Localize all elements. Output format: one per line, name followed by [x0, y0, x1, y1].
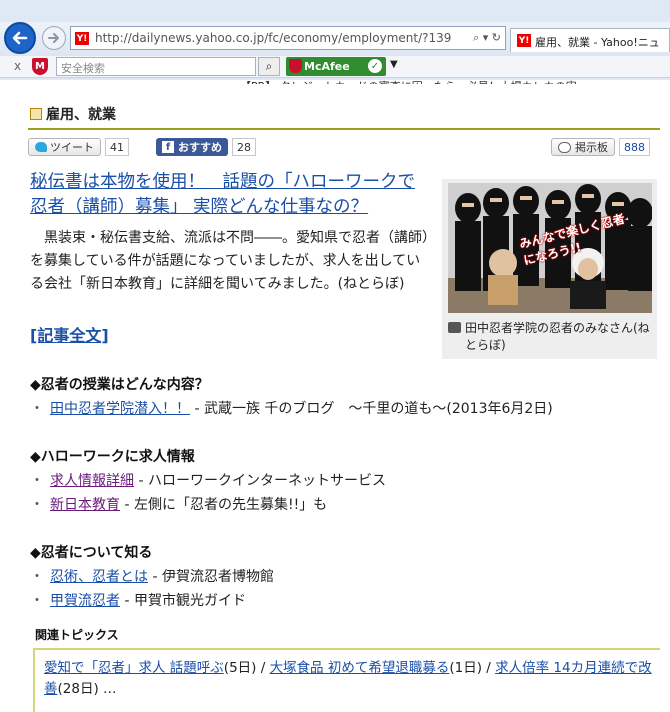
topic-date: (1日) / — [449, 660, 496, 676]
mcafee-logo-icon — [289, 59, 302, 73]
topic-link[interactable]: 愛知で「忍者」求人 話題呼ぶ — [44, 660, 224, 676]
browser-tab[interactable]: Y! 雇用、就業 - Yahoo!ニュ — [510, 28, 670, 52]
related-link[interactable]: 新日本教育 — [50, 497, 120, 513]
facebook-label: おすすめ — [178, 141, 222, 154]
pr-banner-peek[interactable]: 【PR】 クレジットカードの審査に困ったら、必見！大場カレカの実 — [240, 78, 577, 84]
topics-divider — [33, 648, 660, 650]
address-bar-icons[interactable]: ⌕ ▾ ↻ — [473, 31, 501, 45]
tweet-button[interactable]: ツイート — [28, 138, 101, 156]
mcafee-shield-icon[interactable]: M — [32, 58, 48, 75]
list-item: ・忍術、忍者とは - 伊賀流忍者博物館 — [30, 566, 274, 586]
topic-link[interactable]: 大塚食品 初めて希望退職募る — [270, 660, 450, 676]
bullet: ・ — [30, 401, 44, 417]
facebook-count: 28 — [232, 138, 256, 156]
yahoo-favicon-icon: Y! — [517, 34, 531, 47]
url-text[interactable]: http://dailynews.yahoo.co.jp/fc/economy/… — [95, 31, 465, 45]
tweet-group: ツイート 41 — [28, 137, 129, 157]
mcafee-button[interactable]: McAfee ✓ — [286, 57, 386, 76]
related-link[interactable]: 田中忍者学院潜入！！ — [50, 401, 190, 417]
camera-icon — [448, 322, 461, 333]
topics-title: 関連トピックス — [35, 628, 119, 642]
toolbar-dropdown-icon[interactable]: ▼ — [390, 59, 398, 70]
related-link[interactable]: 甲賀流忍者 — [50, 593, 120, 609]
board-group: 掲示板 888 — [551, 137, 650, 157]
list-item: ・田中忍者学院潜入！！ - 武蔵一族 千のブログ ～千里の道も～(2013年6月… — [30, 398, 553, 418]
link-description: - 甲賀市観光ガイド — [120, 593, 246, 609]
article-lead: 黒装束・秘伝書支給、流派は不問――。愛知県で忍者（講師）を募集している件が話題に… — [30, 230, 429, 292]
tab-title: 雇用、就業 - Yahoo!ニュ — [535, 36, 660, 49]
arrow-left-icon — [12, 31, 28, 45]
forward-button[interactable] — [42, 26, 66, 50]
category-header: 雇用、就業 — [30, 104, 116, 124]
board-button[interactable]: 掲示板 — [551, 138, 615, 156]
link-description: - ハローワークインターネットサービス — [134, 473, 386, 489]
close-toolbar-icon[interactable]: x — [14, 59, 21, 73]
arrow-right-icon — [48, 33, 59, 43]
safe-search-input[interactable]: 安全検索 — [56, 57, 256, 76]
magnifier-icon: ⌕ — [265, 59, 273, 73]
category-title: 雇用、就業 — [46, 107, 116, 123]
topic-date: (28日) … — [57, 681, 117, 697]
address-bar[interactable]: Y! http://dailynews.yahoo.co.jp/fc/econo… — [70, 26, 506, 50]
category-divider — [28, 128, 660, 130]
list-item: ・甲賀流忍者 - 甲賀市観光ガイド — [30, 590, 246, 610]
list-item: ・新日本教育 - 左側に「忍者の先生募集!!」も — [30, 494, 327, 514]
category-icon — [30, 108, 42, 120]
back-button[interactable] — [4, 22, 36, 54]
topics-left-border — [33, 648, 35, 712]
tweet-count: 41 — [105, 138, 129, 156]
speech-bubble-icon — [558, 141, 571, 153]
facebook-like-button[interactable]: f おすすめ — [156, 138, 228, 156]
article-headline-link[interactable]: 秘伝書は本物を使用！ 話題の「ハローワークで忍者（講師）募集」 実際どんな仕事な… — [30, 170, 432, 220]
bullet: ・ — [30, 497, 44, 513]
refresh-icon[interactable]: ↻ — [492, 31, 501, 44]
photo-caption: 田中忍者学院の忍者のみなさん(ねとらぼ) — [465, 321, 650, 352]
list-item: ・求人情報詳細 - ハローワークインターネットサービス — [30, 470, 386, 490]
topics-list: 愛知で「忍者」求人 話題呼ぶ(5日) / 大塚食品 初めて希望退職募る(1日) … — [44, 658, 654, 700]
twitter-bird-icon — [35, 142, 47, 152]
full-article-link[interactable]: [記事全文] — [30, 322, 109, 346]
related-link[interactable]: 求人情報詳細 — [50, 473, 134, 489]
bullet: ・ — [30, 473, 44, 489]
yahoo-favicon-icon: Y! — [75, 32, 89, 45]
dropdown-arrow-icon[interactable]: ▾ — [483, 31, 489, 44]
facebook-icon: f — [162, 141, 174, 153]
board-count[interactable]: 888 — [619, 138, 650, 156]
search-icon[interactable]: ⌕ — [473, 31, 479, 44]
topic-date: (5日) / — [223, 660, 270, 676]
related-link[interactable]: 忍術、忍者とは — [50, 569, 148, 585]
bullet: ・ — [30, 593, 44, 609]
section-title: ◆ハローワークに求人情報 — [30, 449, 195, 465]
mcafee-label: McAfee — [304, 60, 350, 73]
mcafee-toolbar: x M 安全検索 ⌕ McAfee ✓ ▼ — [0, 56, 670, 78]
tweet-label: ツイート — [50, 141, 94, 154]
board-label: 掲示板 — [575, 141, 608, 154]
section-title: ◆忍者の授業はどんな内容？ — [30, 377, 209, 393]
link-description: - 左側に「忍者の先生募集!!」も — [120, 497, 328, 513]
search-button[interactable]: ⌕ — [258, 57, 280, 76]
check-icon: ✓ — [368, 59, 382, 73]
bullet: ・ — [30, 569, 44, 585]
link-description: - 武蔵一族 千のブログ ～千里の道も～(2013年6月2日) — [190, 401, 553, 417]
facebook-group: f おすすめ 28 — [156, 137, 256, 157]
section-title: ◆忍者について知る — [30, 545, 153, 561]
link-description: - 伊賀流忍者博物館 — [148, 569, 274, 585]
